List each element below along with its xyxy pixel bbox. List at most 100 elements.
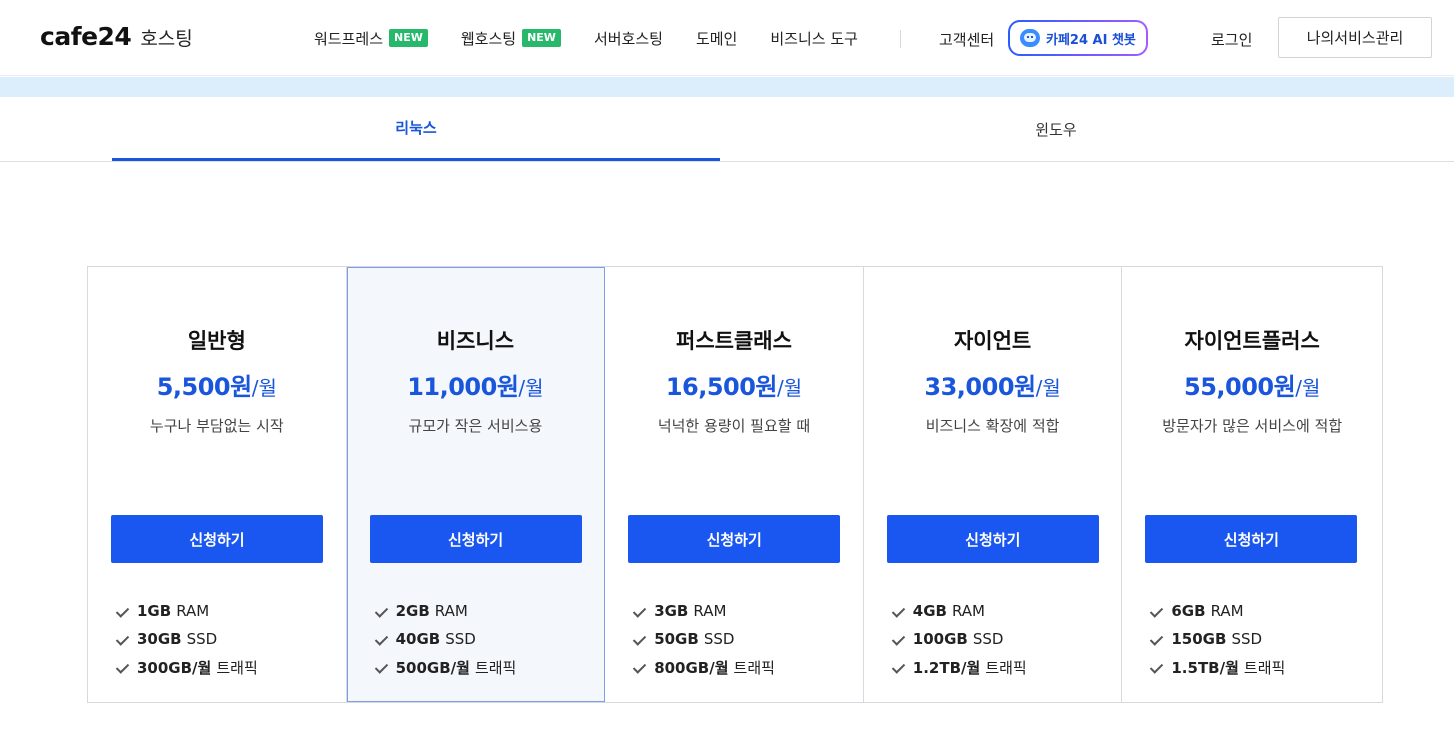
price-period: /월 — [518, 376, 544, 400]
feature-value: 100GB — [912, 630, 968, 648]
ai-chatbot-button[interactable]: 카페24 AI 챗봇 — [1008, 20, 1148, 56]
price-amount: 55,000원 — [1184, 373, 1296, 401]
nav-item-serverhosting[interactable]: 서버호스팅 — [594, 28, 663, 49]
check-icon — [892, 661, 905, 674]
feature-unit: RAM — [434, 602, 468, 620]
feature-value: 500GB/월 — [395, 658, 470, 677]
feature-unit: SSD — [186, 630, 218, 648]
banner-strip — [0, 77, 1454, 97]
price-amount: 33,000원 — [924, 373, 1036, 401]
check-icon — [375, 605, 388, 618]
my-service-button[interactable]: 나의서비스관리 — [1278, 17, 1432, 58]
nav-item-webhosting[interactable]: 웹호스팅 NEW — [461, 28, 561, 49]
check-icon — [1150, 633, 1163, 646]
plan-card-giant: 자이언트 33,000원/월 비즈니스 확장에 적합 신청하기 4GB RAM 1… — [864, 267, 1123, 702]
check-icon — [116, 605, 129, 618]
nav-item-wordpress[interactable]: 워드프레스 NEW — [314, 28, 428, 49]
main-nav: 워드프레스 NEW 웹호스팅 NEW 서버호스팅 도메인 비즈니스 도구 — [314, 0, 891, 76]
support-link[interactable]: 고객센터 — [939, 29, 994, 50]
plan-name: 자이언트플러스 — [1184, 329, 1320, 353]
new-badge: NEW — [389, 29, 428, 47]
logo-sub: 호스팅 — [140, 28, 193, 50]
feature-unit: SSD — [1231, 630, 1263, 648]
login-link[interactable]: 로그인 — [1211, 29, 1252, 50]
feature-list: 3GB RAM 50GB SSD 800GB/월 트래픽 — [633, 597, 775, 681]
check-icon — [892, 605, 905, 618]
feature-unit: RAM — [1210, 602, 1244, 620]
plan-name: 퍼스트클래스 — [676, 329, 792, 353]
feature-item: 50GB SSD — [633, 625, 775, 653]
feature-value: 1.2TB/월 — [912, 658, 981, 677]
nav-item-domain[interactable]: 도메인 — [696, 28, 737, 49]
feature-unit: RAM — [951, 602, 985, 620]
plan-price: 5,500원/월 — [88, 367, 346, 402]
feature-value: 1GB — [137, 602, 172, 620]
apply-button[interactable]: 신청하기 — [369, 515, 582, 563]
plan-description: 규모가 작은 서비스용 — [408, 417, 543, 435]
apply-button[interactable]: 신청하기 — [628, 515, 841, 563]
check-icon — [892, 633, 905, 646]
feature-item: 100GB SSD — [892, 625, 1027, 653]
nav-item-business-tools[interactable]: 비즈니스 도구 — [770, 28, 858, 49]
feature-item: 30GB SSD — [116, 625, 258, 653]
feature-value: 40GB — [395, 630, 441, 648]
os-tabs: 리눅스 윈도우 — [0, 97, 1454, 162]
check-icon — [375, 633, 388, 646]
price-period: /월 — [251, 376, 277, 400]
apply-button[interactable]: 신청하기 — [1145, 515, 1358, 563]
feature-list: 2GB RAM 40GB SSD 500GB/월 트래픽 — [375, 597, 517, 681]
tab-windows[interactable]: 윈도우 — [752, 97, 1360, 161]
feature-unit: 트래픽 — [985, 658, 1027, 677]
feature-value: 2GB — [395, 602, 430, 620]
new-badge: NEW — [522, 29, 561, 47]
check-icon — [116, 633, 129, 646]
feature-item: 150GB SSD — [1150, 625, 1285, 653]
feature-item: 40GB SSD — [375, 625, 517, 653]
plan-price: 33,000원/월 — [864, 367, 1122, 402]
plan-description: 넉넉한 용량이 필요할 때 — [657, 417, 811, 435]
feature-item: 1.5TB/월 트래픽 — [1150, 653, 1285, 681]
price-amount: 5,500원 — [156, 373, 253, 401]
feature-list: 4GB RAM 100GB SSD 1.2TB/월 트래픽 — [892, 597, 1027, 681]
price-period: /월 — [1035, 376, 1061, 400]
feature-item: 2GB RAM — [375, 597, 517, 625]
feature-item: 3GB RAM — [633, 597, 775, 625]
nav-label: 웹호스팅 — [460, 29, 517, 48]
plan-price: 55,000원/월 — [1122, 367, 1382, 402]
check-icon — [633, 661, 646, 674]
feature-unit: RAM — [693, 602, 727, 620]
feature-value: 1.5TB/월 — [1171, 658, 1239, 677]
plan-card-business: 비즈니스 11,000원/월 규모가 작은 서비스용 신청하기 2GB RAM 4… — [346, 267, 606, 702]
price-amount: 11,000원 — [407, 373, 519, 401]
site-header: cafe24 호스팅 워드프레스 NEW 웹호스팅 NEW 서버호스팅 도메인 … — [0, 0, 1454, 76]
tab-linux[interactable]: 리눅스 — [112, 97, 720, 161]
feature-unit: RAM — [176, 602, 210, 620]
apply-button[interactable]: 신청하기 — [111, 515, 323, 563]
apply-button[interactable]: 신청하기 — [886, 515, 1099, 563]
price-amount: 16,500원 — [665, 373, 778, 401]
feature-value: 300GB/월 — [137, 658, 212, 677]
plan-card-firstclass: 퍼스트클래스 16,500원/월 넉넉한 용량이 필요할 때 신청하기 3GB R… — [605, 267, 864, 702]
plan-description: 누구나 부담없는 시작 — [149, 417, 284, 435]
check-icon — [1150, 605, 1163, 618]
feature-value: 6GB — [1171, 602, 1206, 620]
plan-description: 비즈니스 확장에 적합 — [925, 417, 1060, 435]
plan-name: 자이언트 — [953, 329, 1032, 353]
feature-item: 6GB RAM — [1150, 597, 1285, 625]
nav-label: 비즈니스 도구 — [770, 29, 858, 48]
feature-item: 800GB/월 트래픽 — [633, 653, 775, 681]
feature-value: 4GB — [912, 602, 947, 620]
feature-value: 150GB — [1171, 630, 1227, 648]
feature-item: 1.2TB/월 트래픽 — [892, 653, 1027, 681]
nav-label: 서버호스팅 — [593, 29, 663, 48]
check-icon — [116, 661, 129, 674]
nav-label: 워드프레스 — [314, 29, 384, 48]
feature-unit: 트래픽 — [216, 658, 258, 677]
feature-item: 300GB/월 트래픽 — [116, 653, 258, 681]
check-icon — [633, 605, 646, 618]
feature-list: 6GB RAM 150GB SSD 1.5TB/월 트래픽 — [1150, 597, 1285, 681]
plan-card-giant-plus: 자이언트플러스 55,000원/월 방문자가 많은 서비스에 적합 신청하기 6… — [1122, 267, 1382, 702]
price-period: /월 — [777, 376, 803, 400]
feature-value: 800GB/월 — [654, 658, 729, 677]
logo[interactable]: cafe24 호스팅 — [40, 22, 193, 51]
